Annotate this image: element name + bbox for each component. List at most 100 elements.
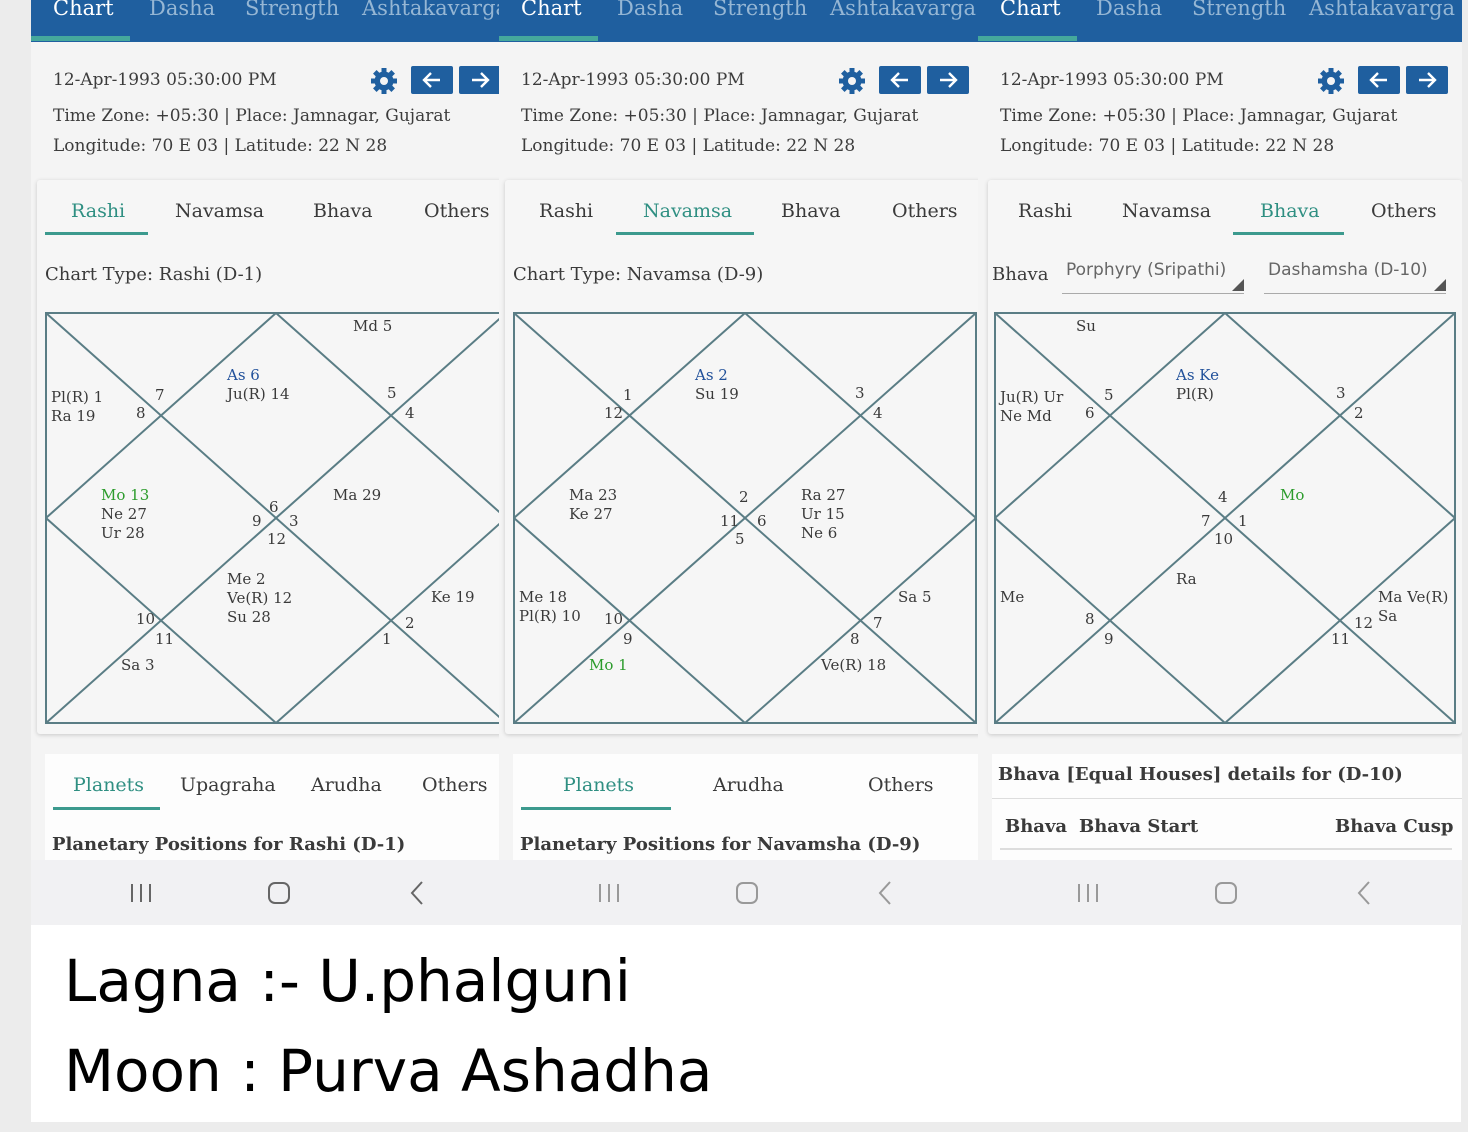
system-nav-bar (989, 860, 1462, 925)
back-icon[interactable] (1354, 880, 1374, 906)
chart-card: Rashi Navamsa Bhava Others Bhava Porphyr… (988, 180, 1462, 734)
col-header-bhava: Bhava (1005, 816, 1068, 837)
arrow-right-icon (472, 72, 490, 88)
lagna-label: As 6 (227, 366, 260, 384)
screen-panel-bhava: Chart Dasha Strength Ashtakavarga 12-Apr… (978, 0, 1462, 925)
tab-indicator (45, 232, 148, 235)
next-button[interactable] (459, 66, 501, 94)
moon-label: Mo 1 (589, 656, 628, 674)
top-tab-ashtakavarga[interactable]: Ashtakavarga (830, 0, 976, 20)
prev-button[interactable] (1358, 66, 1400, 94)
house-5-planets: Me 18 Pl(R) 10 (519, 588, 581, 625)
dropdown-arrow-icon (1232, 279, 1244, 291)
house-system-select[interactable]: Porphyry (Sripathi) (1062, 258, 1244, 294)
tab-others-lower[interactable]: Others (422, 774, 488, 796)
house-4-sign: 11 (720, 512, 740, 530)
tab-arudha[interactable]: Arudha (311, 774, 382, 796)
tab-others[interactable]: Others (1371, 200, 1437, 222)
house-8-sign: 9 (1104, 630, 1114, 648)
timezone-place: Time Zone: +05:30 | Place: Jamnagar, Guj… (1000, 106, 1398, 126)
house-1-planets: As 6 Ju(R) 14 (227, 366, 290, 403)
recent-apps-icon[interactable] (1076, 882, 1100, 904)
tab-bhava[interactable]: Bhava (313, 200, 373, 222)
home-icon[interactable] (267, 882, 291, 904)
back-icon[interactable] (875, 880, 895, 906)
house-11-sign: 4 (873, 404, 883, 422)
tab-indicator (1233, 232, 1344, 235)
top-tab-dasha[interactable]: Dasha (149, 0, 215, 20)
top-tab-ashtakavarga[interactable]: Ashtakavarga (362, 0, 501, 20)
gear-icon[interactable] (369, 66, 399, 96)
lagna-label: As Ke (1176, 366, 1219, 384)
back-icon[interactable] (407, 880, 427, 906)
top-nav: Chart Dasha Strength Ashtakavarga (499, 0, 989, 42)
arrow-right-icon (940, 72, 958, 88)
top-tab-chart[interactable]: Chart (1000, 0, 1061, 20)
tab-upagraha[interactable]: Upagraha (180, 774, 276, 796)
top-tab-dasha[interactable]: Dasha (1096, 0, 1162, 20)
house-5-sign: 2 (405, 614, 415, 632)
house-10-sign: 7 (1201, 512, 1211, 530)
prev-button[interactable] (879, 66, 921, 94)
top-tab-indicator (31, 36, 130, 41)
chart-card: Rashi Navamsa Bhava Others Chart Type: N… (505, 180, 988, 734)
gear-icon[interactable] (837, 66, 867, 96)
top-tab-strength[interactable]: Strength (245, 0, 339, 20)
house-9-planets: Ma Ve(R) Sa (1378, 588, 1449, 625)
tab-rashi[interactable]: Rashi (539, 200, 593, 222)
screen-panel-rashi: Chart Dasha Strength Ashtakavarga 12-Apr… (31, 0, 501, 925)
bhava-details-card: Bhava [Equal Houses] details for (D-10) … (992, 754, 1462, 874)
top-tab-indicator (499, 36, 598, 41)
tab-others-lower[interactable]: Others (868, 774, 934, 796)
tab-rashi[interactable]: Rashi (71, 200, 125, 222)
top-tab-chart[interactable]: Chart (53, 0, 114, 20)
positions-card: Planets Upagraha Arudha Others Planetary… (45, 754, 501, 874)
top-tab-dasha[interactable]: Dasha (617, 0, 683, 20)
tab-indicator (616, 232, 754, 235)
house-5-sign: 12 (1354, 614, 1374, 632)
caption-box: Lagna :- U.phalguni Moon : Purva Ashadha (31, 925, 1461, 1122)
screen-panel-navamsa: Chart Dasha Strength Ashtakavarga 12-Apr… (499, 0, 989, 925)
timezone-place: Time Zone: +05:30 | Place: Jamnagar, Guj… (53, 106, 451, 126)
tab-navamsa[interactable]: Navamsa (1122, 200, 1211, 222)
positions-title: Planetary Positions for Rashi (D-1) (52, 834, 406, 855)
positions-title: Planetary Positions for Navamsha (D-9) (520, 834, 921, 855)
positions-card: Planets Arudha Others Planetary Position… (513, 754, 979, 874)
home-icon[interactable] (1214, 882, 1238, 904)
top-tab-strength[interactable]: Strength (1192, 0, 1286, 20)
house-1-sign: 6 (269, 498, 279, 516)
house-7-sign: 8 (850, 630, 860, 648)
top-tab-ashtakavarga[interactable]: Ashtakavarga (1309, 0, 1455, 20)
house-10-planets: Ra 27 Ur 15 Ne 6 (801, 486, 846, 542)
tab-bhava[interactable]: Bhava (781, 200, 841, 222)
tab-navamsa[interactable]: Navamsa (175, 200, 264, 222)
arrow-left-icon (890, 72, 908, 88)
house-system-value: Porphyry (Sripathi) (1066, 260, 1227, 280)
gear-icon[interactable] (1316, 66, 1346, 96)
house-10-sign: 9 (252, 512, 262, 530)
recent-apps-icon[interactable] (597, 882, 621, 904)
recent-apps-icon[interactable] (129, 882, 153, 904)
tab-bhava[interactable]: Bhava (1260, 200, 1320, 222)
next-button[interactable] (1406, 66, 1448, 94)
home-icon[interactable] (735, 882, 759, 904)
tab-planets[interactable]: Planets (563, 774, 634, 796)
top-tab-chart[interactable]: Chart (521, 0, 582, 20)
tab-planets[interactable]: Planets (73, 774, 144, 796)
house-3-planets: Ma 23 Ke 27 (569, 486, 618, 523)
tab-navamsa[interactable]: Navamsa (643, 200, 732, 222)
prev-button[interactable] (411, 66, 453, 94)
top-tab-strength[interactable]: Strength (713, 0, 807, 20)
tab-others[interactable]: Others (424, 200, 490, 222)
tab-arudha[interactable]: Arudha (713, 774, 784, 796)
house-3-planets: Ju(R) Ur Ne Md (1000, 388, 1064, 425)
division-select[interactable]: Dashamsha (D-10) (1264, 258, 1446, 294)
tab-others[interactable]: Others (892, 200, 958, 222)
tab-rashi[interactable]: Rashi (1018, 200, 1072, 222)
next-button[interactable] (927, 66, 969, 94)
house-7-sign: 12 (267, 530, 287, 548)
house-4-sign: 3 (289, 512, 299, 530)
house-8-sign: 7 (873, 614, 883, 632)
longitude-latitude: Longitude: 70 E 03 | Latitude: 22 N 28 (53, 136, 388, 156)
table-header-divider (1000, 848, 1452, 850)
